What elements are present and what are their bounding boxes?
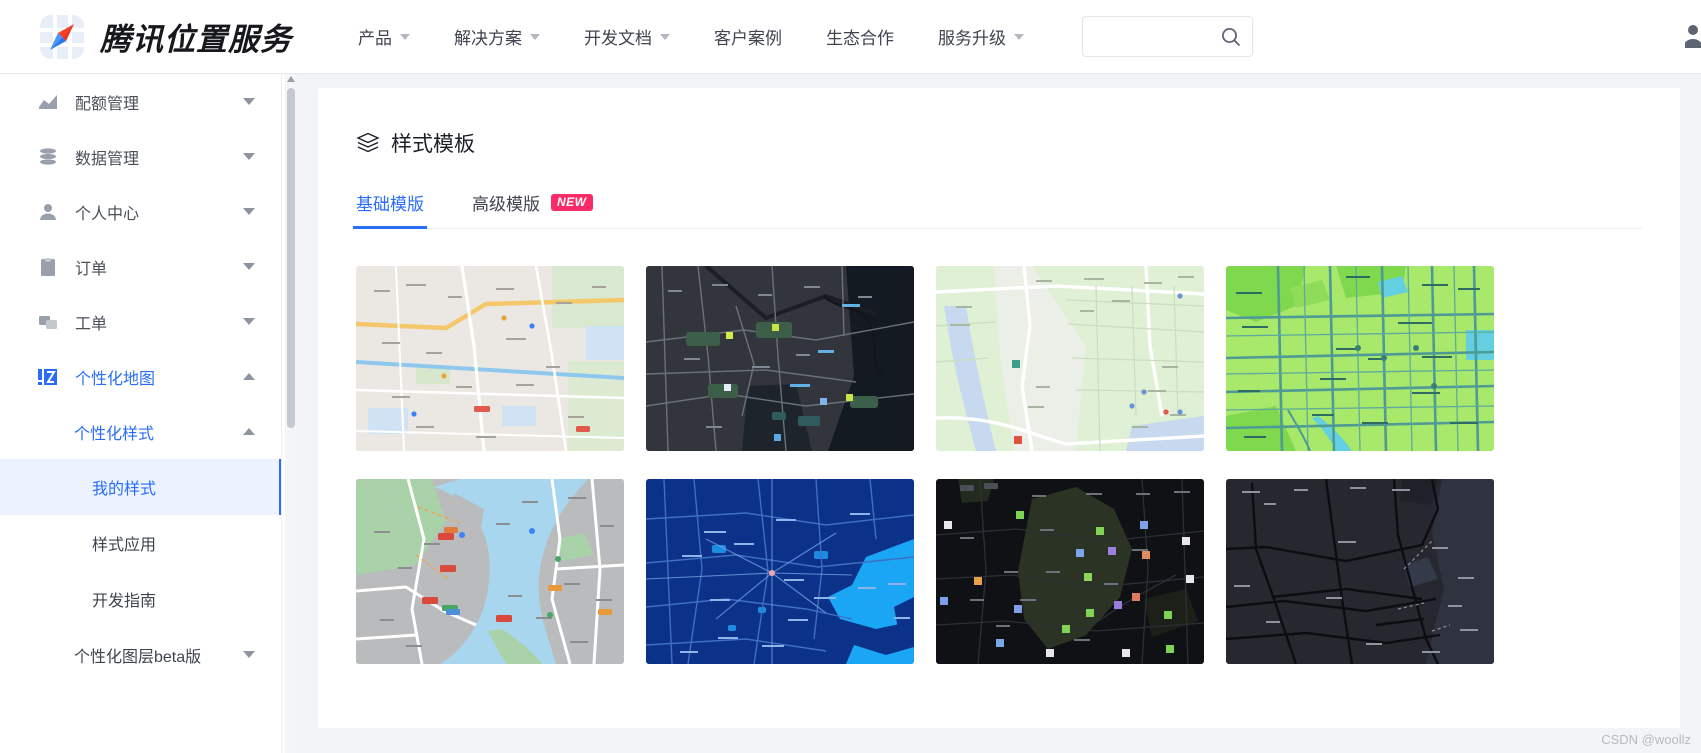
- map-thumbnail: [1226, 479, 1494, 664]
- sidebar-leaf-label: 我的样式: [92, 475, 156, 499]
- template-card-gray-lake-map[interactable]: [356, 479, 624, 664]
- template-card-dark-slate-map[interactable]: [646, 266, 914, 451]
- template-card-standard-light-map[interactable]: [356, 266, 624, 451]
- search-container: [1082, 16, 1253, 57]
- tab-label: 基础模版: [356, 190, 424, 215]
- sidebar-item-personal-center[interactable]: 个人中心: [0, 184, 281, 239]
- template-card-black-olive-poi-map[interactable]: [936, 479, 1204, 664]
- brand[interactable]: 腾讯位置服务: [40, 14, 292, 59]
- content-stage: 样式模板 基础模版 高级模版 NEW: [297, 74, 1701, 753]
- nav-item-label: 生态合作: [826, 24, 894, 49]
- nav-item-label: 产品: [358, 24, 392, 49]
- nav-item-label: 开发文档: [584, 24, 652, 49]
- sidebar-item-label: 配额管理: [75, 90, 139, 114]
- sidebar-leaf-label: 样式应用: [92, 531, 156, 555]
- chevron-down-icon: [243, 98, 255, 105]
- sidebar-item-personalized-map[interactable]: 个性化地图: [0, 349, 281, 404]
- chevron-down-icon: [1014, 34, 1024, 40]
- tab-advanced-templates[interactable]: 高级模版 NEW: [472, 190, 593, 228]
- nav-item-dev-docs[interactable]: 开发文档: [584, 24, 670, 49]
- sidebar-scrollbar[interactable]: [285, 74, 297, 753]
- user-icon: [38, 202, 58, 222]
- scroll-up-arrow-icon[interactable]: [287, 76, 295, 82]
- template-card-bright-green-map[interactable]: [1226, 266, 1494, 451]
- chevron-down-icon: [400, 34, 410, 40]
- nav-item-label: 客户案例: [714, 24, 782, 49]
- chevron-down-icon: [243, 263, 255, 270]
- tab-basic-templates[interactable]: 基础模版: [356, 190, 424, 228]
- sidebar-item-orders[interactable]: 订单: [0, 239, 281, 294]
- sidebar-item-label: 数据管理: [75, 145, 139, 169]
- chevron-up-icon: [243, 428, 255, 435]
- database-icon: [38, 147, 58, 167]
- map-thumbnail: [936, 479, 1204, 664]
- main-nav: 产品 解决方案 开发文档 客户案例 生态合作 服务升级: [358, 16, 1253, 57]
- chevron-down-icon: [243, 651, 255, 658]
- map-thumbnail: [356, 266, 624, 451]
- sidebar-item-label: 工单: [75, 310, 107, 334]
- sidebar-item-my-styles[interactable]: 我的样式: [0, 459, 281, 515]
- tab-label: 高级模版: [472, 190, 540, 215]
- brand-name: 腾讯位置服务: [100, 14, 292, 59]
- clipboard-icon: [38, 257, 58, 277]
- sidebar-item-label: 个性化地图: [75, 365, 155, 389]
- sidebar-group-label: 个性化图层beta版: [74, 643, 201, 667]
- template-card-charcoal-night-map[interactable]: [1226, 479, 1494, 664]
- sidebar-item-label: 订单: [75, 255, 107, 279]
- sidebar-item-label: 个人中心: [75, 200, 139, 224]
- map-thumbnail: [1226, 266, 1494, 451]
- sidebar-group-label: 个性化样式: [74, 420, 154, 444]
- sidebar-group-personalized-style[interactable]: 个性化样式: [0, 404, 281, 459]
- compass-map-logo-icon: [40, 15, 84, 59]
- sidebar: 配额管理 数据管理 个人中心 订单: [0, 74, 282, 753]
- page-title-text: 样式模板: [391, 128, 475, 158]
- sidebar-leaf-label: 开发指南: [92, 587, 156, 611]
- personalized-map-icon: [38, 367, 58, 387]
- map-thumbnail: [646, 266, 914, 451]
- template-card-pale-green-map[interactable]: [936, 266, 1204, 451]
- nav-item-service-upgrade[interactable]: 服务升级: [938, 24, 1024, 49]
- nav-item-solutions[interactable]: 解决方案: [454, 24, 540, 49]
- sidebar-group-personalized-layer-beta[interactable]: 个性化图层beta版: [0, 627, 281, 682]
- sidebar-item-tickets[interactable]: 工单: [0, 294, 281, 349]
- chevron-down-icon: [243, 153, 255, 160]
- nav-item-ecosystem[interactable]: 生态合作: [826, 24, 894, 49]
- chevron-up-icon: [243, 373, 255, 380]
- sidebar-item-data[interactable]: 数据管理: [0, 129, 281, 184]
- nav-item-products[interactable]: 产品: [358, 24, 410, 49]
- chat-windows-icon: [38, 312, 58, 332]
- template-tabs: 基础模版 高级模版 NEW: [356, 184, 1642, 229]
- template-card-navy-blue-map[interactable]: [646, 479, 914, 664]
- search-icon[interactable]: [1219, 25, 1243, 49]
- nav-item-label: 服务升级: [938, 24, 1006, 49]
- chevron-down-icon: [243, 208, 255, 215]
- chart-line-icon: [38, 92, 58, 112]
- map-thumbnail: [646, 479, 914, 664]
- sidebar-item-quota[interactable]: 配额管理: [0, 74, 281, 129]
- chevron-down-icon: [530, 34, 540, 40]
- watermark: CSDN @woollz: [1601, 732, 1691, 747]
- scrollbar-thumb[interactable]: [287, 88, 295, 428]
- page-title: 样式模板: [356, 128, 1680, 158]
- top-header: 腾讯位置服务 产品 解决方案 开发文档 客户案例 生态合作 服务升级: [0, 0, 1701, 74]
- template-grid: [356, 266, 1680, 664]
- sidebar-item-style-apply[interactable]: 样式应用: [0, 515, 281, 571]
- user-avatar-icon[interactable]: [1685, 22, 1701, 52]
- nav-item-label: 解决方案: [454, 24, 522, 49]
- map-thumbnail: [936, 266, 1204, 451]
- chevron-down-icon: [243, 318, 255, 325]
- map-thumbnail: [356, 479, 624, 664]
- nav-item-customer-cases[interactable]: 客户案例: [714, 24, 782, 49]
- layers-icon: [356, 131, 380, 155]
- sidebar-item-dev-guide[interactable]: 开发指南: [0, 571, 281, 627]
- style-template-panel: 样式模板 基础模版 高级模版 NEW: [318, 88, 1680, 728]
- chevron-down-icon: [660, 34, 670, 40]
- new-badge: NEW: [551, 194, 593, 211]
